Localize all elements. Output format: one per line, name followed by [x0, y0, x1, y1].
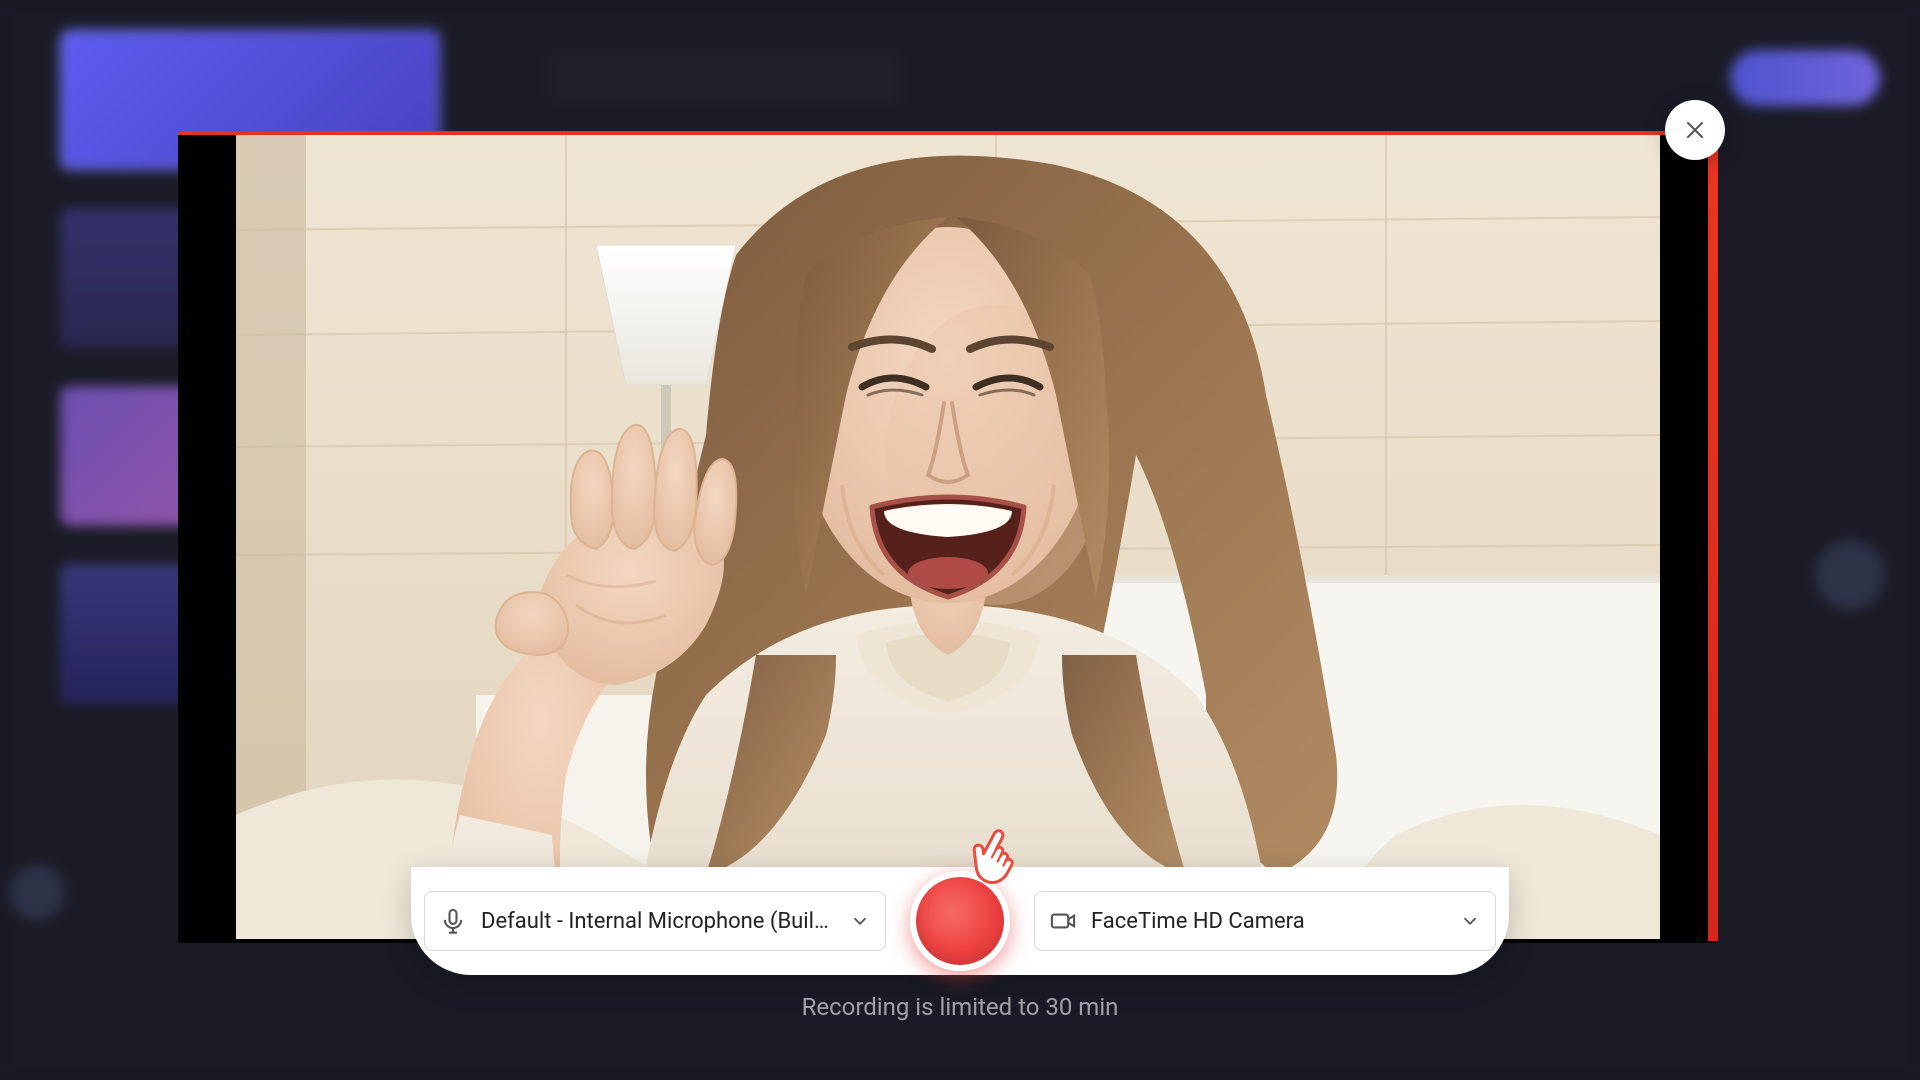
microphone-select[interactable]: Default - Internal Microphone (Built-i… [424, 891, 886, 951]
close-button[interactable] [1665, 100, 1725, 160]
chevron-down-icon [1459, 910, 1481, 932]
camera-select[interactable]: FaceTime HD Camera [1034, 891, 1496, 951]
record-button[interactable] [910, 871, 1010, 971]
camera-feed [236, 135, 1660, 939]
microphone-icon [439, 907, 467, 935]
record-modal: Default - Internal Microphone (Built-i… [0, 0, 1920, 1080]
microphone-selected-label: Default - Internal Microphone (Built-i… [481, 909, 835, 934]
record-button-wrap [910, 871, 1010, 971]
camera-feed-illustration [236, 135, 1660, 939]
camera-selected-label: FaceTime HD Camera [1091, 909, 1445, 934]
recording-frame-right [1708, 133, 1718, 941]
recording-limit-text: Recording is limited to 30 min [802, 993, 1119, 1021]
recording-controls-tray: Default - Internal Microphone (Built-i… [411, 867, 1509, 975]
close-icon [1683, 118, 1707, 142]
chevron-down-icon [849, 910, 871, 932]
camera-icon [1049, 907, 1077, 935]
camera-preview-panel [178, 131, 1718, 943]
